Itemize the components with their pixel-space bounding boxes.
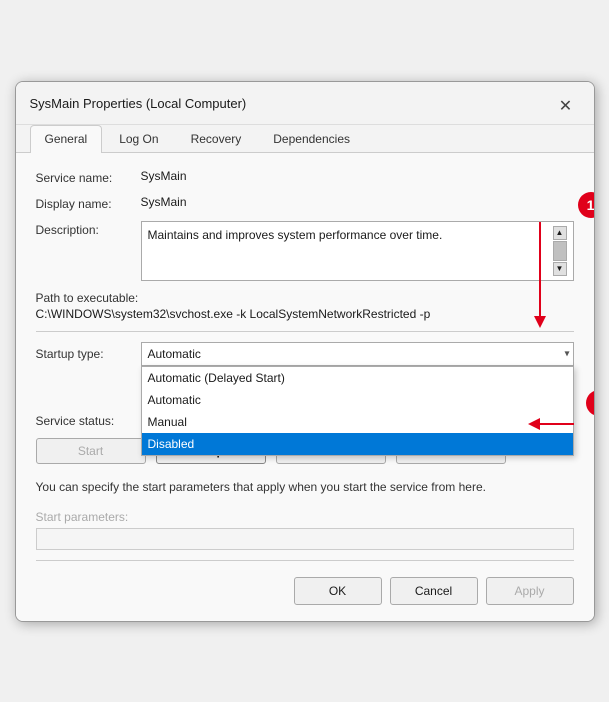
dropdown-item-manual[interactable]: Manual	[142, 411, 573, 433]
tab-recovery[interactable]: Recovery	[176, 125, 257, 152]
startup-dropdown-list: Automatic (Delayed Start) Automatic Manu…	[141, 366, 574, 456]
tab-logon[interactable]: Log On	[104, 125, 173, 152]
divider-1	[36, 331, 574, 332]
title-bar: SysMain Properties (Local Computer) ✕	[16, 82, 594, 125]
description-box: Maintains and improves system performanc…	[141, 221, 574, 281]
service-name-value: SysMain	[141, 169, 187, 183]
dropdown-item-automatic[interactable]: Automatic	[142, 389, 573, 411]
display-name-label: Display name:	[36, 195, 141, 211]
tab-bar: General Log On Recovery Dependencies	[16, 125, 594, 153]
startup-select-container: Automatic ▾ Automatic (Delayed Start) Au…	[141, 342, 574, 366]
window-title: SysMain Properties (Local Computer)	[30, 96, 247, 119]
display-name-value: SysMain	[141, 195, 187, 209]
start-button[interactable]: Start	[36, 438, 146, 464]
description-label: Description:	[36, 221, 141, 237]
start-params-label: Start parameters:	[36, 510, 574, 524]
cancel-button[interactable]: Cancel	[390, 577, 478, 605]
dropdown-item-delayed[interactable]: Automatic (Delayed Start)	[142, 367, 573, 389]
startup-select[interactable]: Automatic	[141, 342, 574, 366]
scroll-thumb[interactable]	[553, 241, 567, 261]
scroll-up-arrow[interactable]: ▲	[553, 226, 567, 240]
footer-buttons: OK Cancel Apply	[36, 571, 574, 609]
path-value: C:\WINDOWS\system32\svchost.exe -k Local…	[36, 307, 574, 321]
dropdown-item-disabled[interactable]: Disabled	[142, 433, 573, 455]
tab-general[interactable]: General	[30, 125, 103, 153]
path-label: Path to executable:	[36, 291, 574, 305]
apply-button[interactable]: Apply	[486, 577, 574, 605]
tab-dependencies[interactable]: Dependencies	[258, 125, 365, 152]
description-scrollbar[interactable]: ▲ ▼	[553, 226, 567, 276]
properties-window: SysMain Properties (Local Computer) ✕ Ge…	[15, 81, 595, 622]
close-button[interactable]: ✕	[552, 92, 580, 120]
display-name-row: Display name: SysMain	[36, 195, 574, 211]
ok-button[interactable]: OK	[294, 577, 382, 605]
tab-content: Service name: SysMain Display name: SysM…	[16, 153, 594, 621]
startup-type-label: Startup type:	[36, 347, 141, 361]
service-name-label: Service name:	[36, 169, 141, 185]
description-row: Description: Maintains and improves syst…	[36, 221, 574, 281]
service-status-label: Service status:	[36, 414, 141, 428]
description-value: Maintains and improves system performanc…	[148, 226, 549, 276]
annotation-2: 2	[586, 390, 595, 416]
service-name-row: Service name: SysMain	[36, 169, 574, 185]
startup-type-row: Startup type: Automatic ▾ Automatic (Del…	[36, 342, 574, 366]
info-text: You can specify the start parameters tha…	[36, 478, 574, 496]
divider-2	[36, 560, 574, 561]
start-params-input[interactable]	[36, 528, 574, 550]
path-section: Path to executable: C:\WINDOWS\system32\…	[36, 291, 574, 321]
scroll-down-arrow[interactable]: ▼	[553, 262, 567, 276]
annotation-1: 1	[578, 192, 595, 218]
